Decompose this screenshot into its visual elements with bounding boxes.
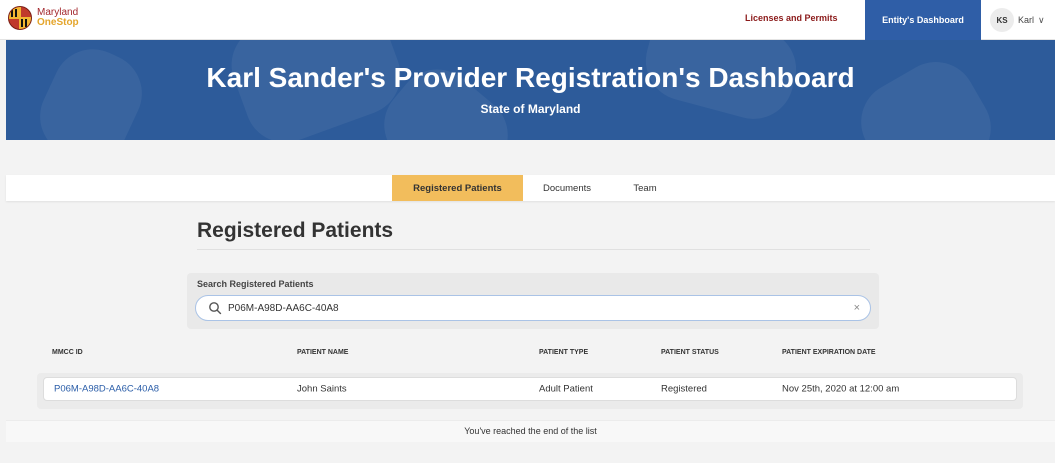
page-subtitle: State of Maryland xyxy=(480,102,581,116)
search-panel: Search Registered Patients × xyxy=(187,273,879,329)
divider xyxy=(197,249,870,250)
tab-documents[interactable]: Documents xyxy=(523,175,611,201)
column-header-patient-status: PATIENT STATUS xyxy=(661,349,719,356)
user-menu[interactable]: KS Karl ∨ xyxy=(990,8,1045,32)
avatar: KS xyxy=(990,8,1014,32)
column-header-patient-type: PATIENT TYPE xyxy=(539,349,589,356)
entity-dashboard-link[interactable]: Entity's Dashboard xyxy=(865,0,981,40)
patient-status: Registered xyxy=(661,383,707,395)
search-field[interactable]: × xyxy=(195,295,871,321)
list-end-footer: You've reached the end of the list xyxy=(6,420,1055,442)
section-title: Registered Patients xyxy=(197,219,394,242)
top-nav: Maryland OneStop Licenses and Permits En… xyxy=(0,0,1055,40)
maryland-onestop-logo[interactable]: Maryland OneStop xyxy=(8,6,79,30)
tab-team[interactable]: Team xyxy=(611,175,679,201)
chevron-down-icon: ∨ xyxy=(1038,14,1045,25)
clear-icon[interactable]: × xyxy=(854,302,860,314)
column-header-expiration-date: PATIENT EXPIRATION DATE xyxy=(782,349,876,356)
patient-name: John Saints xyxy=(297,383,347,395)
search-label: Search Registered Patients xyxy=(197,279,314,289)
column-header-mmcc-id: MMCC ID xyxy=(52,349,83,356)
page-title: Karl Sander's Provider Registration's Da… xyxy=(206,62,855,93)
patient-type: Adult Patient xyxy=(539,383,593,395)
mmcc-id-link[interactable]: P06M-A98D-AA6C-40A8 xyxy=(54,384,159,395)
licenses-and-permits-link[interactable]: Licenses and Permits xyxy=(745,13,838,23)
search-icon xyxy=(209,302,222,315)
user-name: Karl xyxy=(1018,15,1035,25)
maryland-seal-icon xyxy=(8,6,32,30)
hero-banner: Karl Sander's Provider Registration's Da… xyxy=(6,40,1055,140)
search-input[interactable] xyxy=(228,302,828,314)
logo-text-onestop: OneStop xyxy=(37,17,79,28)
tab-registered-patients[interactable]: Registered Patients xyxy=(392,175,523,201)
patient-expiration-date: Nov 25th, 2020 at 12:00 am xyxy=(782,383,900,395)
tab-bar: Registered Patients Documents Team xyxy=(6,175,1055,201)
column-header-patient-name: PATIENT NAME xyxy=(297,349,349,356)
end-of-list-text: You've reached the end of the list xyxy=(464,426,597,436)
